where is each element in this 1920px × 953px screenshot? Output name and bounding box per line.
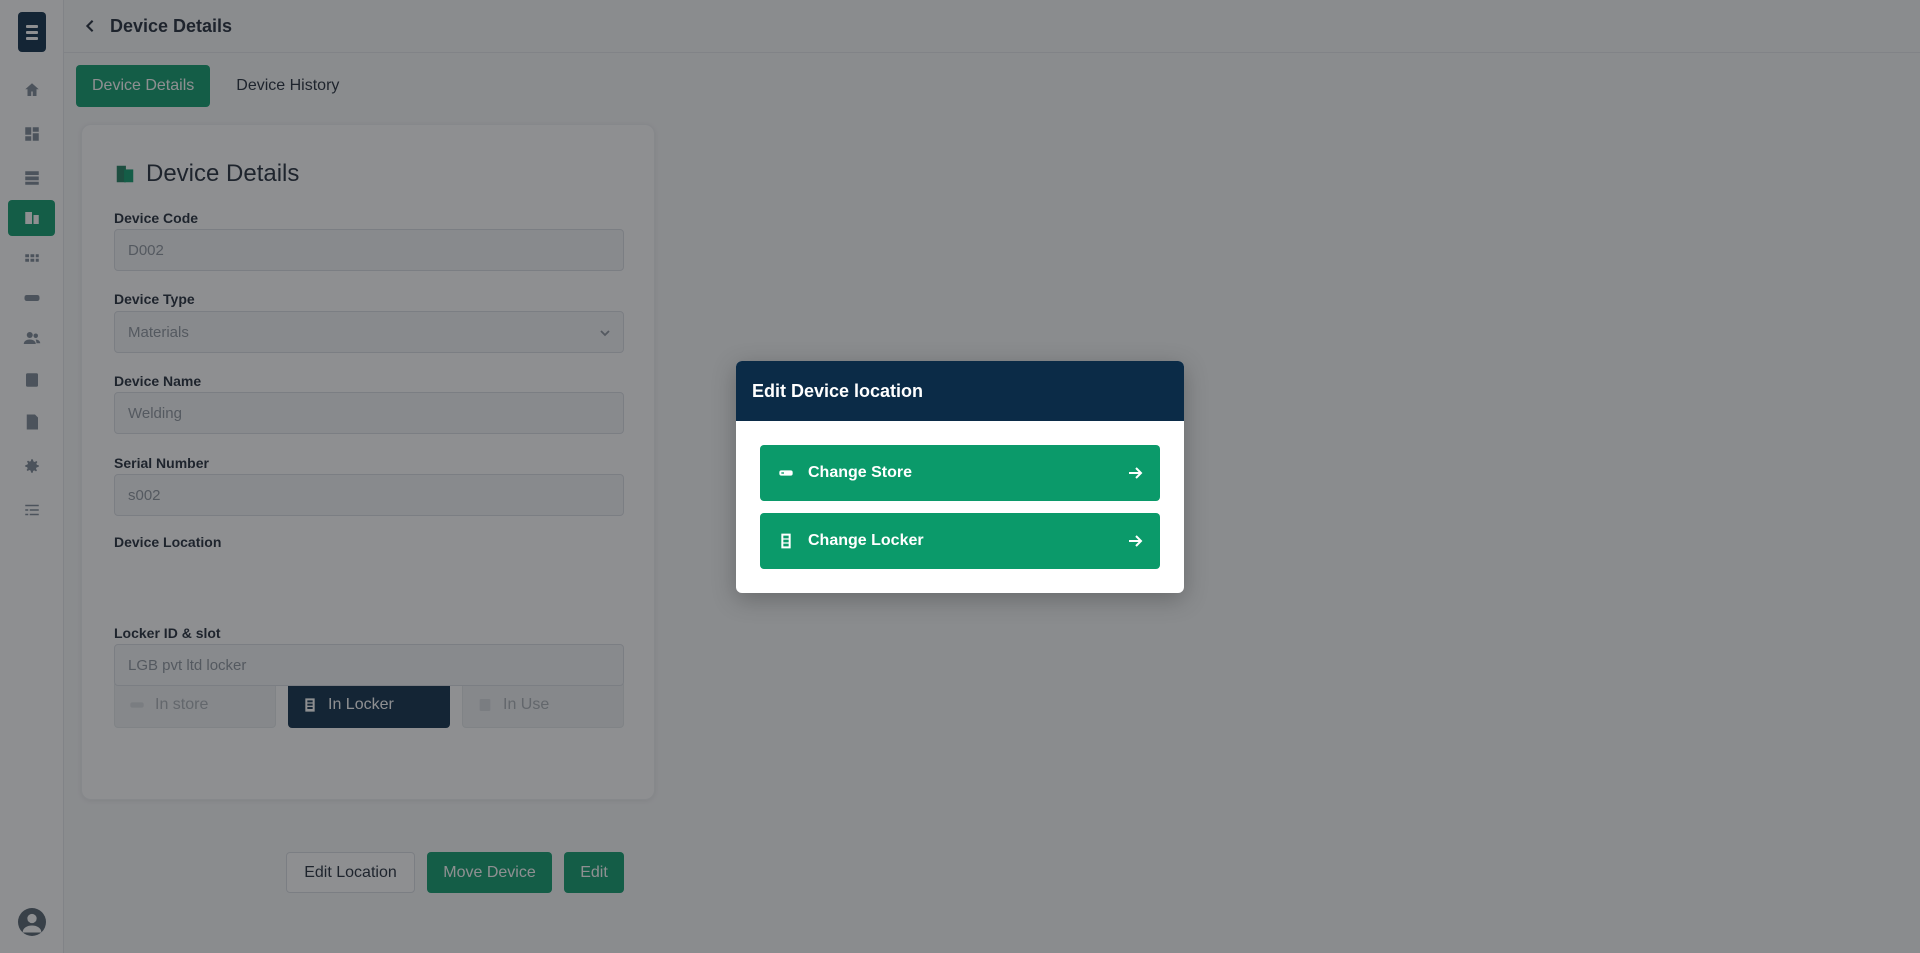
store-icon <box>778 464 794 482</box>
arrow-right-icon <box>1126 464 1144 482</box>
modal-title: Edit Device location <box>736 361 1184 421</box>
arrow-right-icon <box>1126 532 1144 550</box>
locker-icon <box>778 532 794 550</box>
change-store-label: Change Store <box>808 464 913 481</box>
change-locker-button[interactable]: Change Locker <box>760 513 1160 569</box>
change-store-button[interactable]: Change Store <box>760 445 1160 501</box>
edit-location-modal: Edit Device location Change Store Change… <box>736 361 1184 593</box>
change-locker-label: Change Locker <box>808 532 924 549</box>
